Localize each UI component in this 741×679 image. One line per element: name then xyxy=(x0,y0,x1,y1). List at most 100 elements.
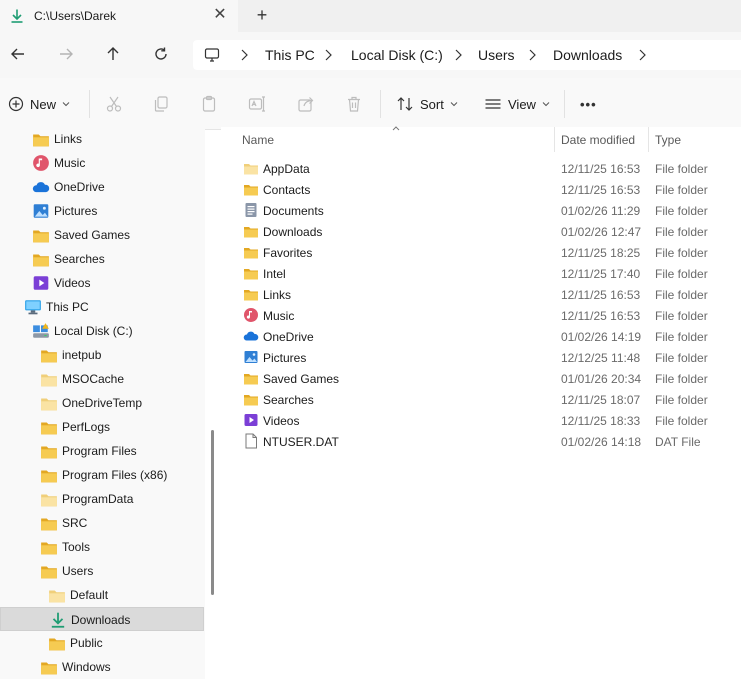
file-type: File folder xyxy=(655,288,708,302)
file-row[interactable]: Favorites 12/11/25 18:25 File folder xyxy=(221,242,741,263)
copy-button[interactable] xyxy=(152,94,170,114)
sort-button[interactable]: Sort xyxy=(396,94,458,114)
sidebar-item[interactable]: This PC xyxy=(0,295,204,319)
pictures-icon xyxy=(244,351,258,363)
sidebar-item-label: Videos xyxy=(54,276,91,290)
sidebar-item[interactable]: Windows xyxy=(0,655,204,679)
sidebar-item[interactable]: Links xyxy=(0,127,204,151)
sidebar-item[interactable]: OneDrive xyxy=(0,175,204,199)
file-row[interactable]: Pictures 12/12/25 11:48 File folder xyxy=(221,347,741,368)
sidebar-item[interactable]: SRC xyxy=(0,511,204,535)
file-row[interactable]: Videos 12/11/25 18:33 File folder xyxy=(221,410,741,431)
music-icon xyxy=(244,308,258,322)
arrow-right-icon xyxy=(60,48,73,60)
address-bar[interactable]: This PC Local Disk (C:) Users Downloads xyxy=(193,40,741,70)
delete-button[interactable] xyxy=(345,94,363,114)
column-header-date[interactable]: Date modified xyxy=(561,133,635,147)
file-type: File folder xyxy=(655,204,708,218)
sidebar-item[interactable]: OneDriveTemp xyxy=(0,391,204,415)
file-row[interactable]: Searches 12/11/25 18:07 File folder xyxy=(221,389,741,410)
file-row[interactable]: Contacts 12/11/25 16:53 File folder xyxy=(221,179,741,200)
sidebar-item-label: PerfLogs xyxy=(62,420,111,434)
column-header-name[interactable]: Name xyxy=(242,133,274,147)
file-row[interactable]: Saved Games 01/01/26 20:34 File folder xyxy=(221,368,741,389)
file-list: Name Date modified Type AppData 12/11/25 … xyxy=(221,126,741,679)
sidebar-item[interactable]: MSOCache xyxy=(0,367,204,391)
cut-button[interactable] xyxy=(105,94,123,114)
forward-button[interactable] xyxy=(56,44,76,64)
sidebar-scrollbar[interactable] xyxy=(211,430,214,595)
pictures-icon xyxy=(33,204,49,218)
sidebar-item[interactable]: Public xyxy=(0,631,204,655)
tab-title: C:\Users\Darek xyxy=(34,9,117,23)
view-button[interactable]: View xyxy=(484,94,550,114)
file-row[interactable]: AppData 12/11/25 16:53 File folder xyxy=(221,158,741,179)
new-tab-button[interactable]: + xyxy=(252,6,272,26)
file-type: File folder xyxy=(655,393,708,407)
sidebar-item[interactable]: Default xyxy=(0,583,204,607)
folder-icon xyxy=(244,395,258,406)
file-row[interactable]: Music 12/11/25 16:53 File folder xyxy=(221,305,741,326)
file-date-modified: 12/12/25 11:48 xyxy=(561,351,641,365)
sidebar-item[interactable]: Videos xyxy=(0,271,204,295)
command-bar: New Sort View ••• xyxy=(0,78,741,130)
sidebar-item[interactable]: Downloads xyxy=(0,607,204,631)
sidebar-item-label: Pictures xyxy=(54,204,98,218)
separator xyxy=(564,90,565,118)
file-row[interactable]: Downloads 01/02/26 12:47 File folder xyxy=(221,221,741,242)
file-row[interactable]: Links 12/11/25 16:53 File folder xyxy=(221,284,741,305)
chevron-down-icon xyxy=(62,102,70,107)
breadcrumb-this-pc[interactable]: This PC xyxy=(265,47,315,63)
chevron-right-icon xyxy=(529,49,536,61)
new-button[interactable]: New xyxy=(8,94,70,114)
breadcrumb-local-disk[interactable]: Local Disk (C:) xyxy=(351,47,443,63)
sidebar-item-label: This PC xyxy=(46,300,89,314)
file-name: Music xyxy=(263,309,295,323)
breadcrumb-downloads[interactable]: Downloads xyxy=(553,47,622,63)
column-header-type[interactable]: Type xyxy=(655,133,681,147)
file-name: Pictures xyxy=(263,351,307,365)
tab-current[interactable]: C:\Users\Darek ✕ xyxy=(0,0,238,32)
refresh-icon xyxy=(155,47,167,60)
column-divider[interactable] xyxy=(554,127,555,152)
file-row[interactable]: OneDrive 01/02/26 14:19 File folder xyxy=(221,326,741,347)
sidebar-item[interactable]: PerfLogs xyxy=(0,415,204,439)
more-options-button[interactable]: ••• xyxy=(580,94,597,114)
sidebar-item-label: Tools xyxy=(62,540,91,554)
sidebar-item[interactable]: inetpub xyxy=(0,343,204,367)
file-row[interactable]: Documents 01/02/26 11:29 File folder xyxy=(221,200,741,221)
back-button[interactable] xyxy=(8,44,28,64)
file-row[interactable]: NTUSER.DAT 01/02/26 14:18 DAT File xyxy=(221,431,741,452)
sidebar-item[interactable]: Users xyxy=(0,559,204,583)
sidebar-item[interactable]: Program Files xyxy=(0,439,204,463)
separator xyxy=(380,90,381,118)
folder-icon xyxy=(41,350,57,363)
close-tab-button[interactable]: ✕ xyxy=(211,6,229,24)
up-button[interactable] xyxy=(103,44,123,64)
clipboard-icon xyxy=(202,95,216,112)
file-type: File folder xyxy=(655,309,708,323)
sidebar-item[interactable]: Program Files (x86) xyxy=(0,463,204,487)
chevron-down-icon xyxy=(542,102,550,107)
sidebar-item-label: Program Files xyxy=(62,444,137,458)
sidebar-item[interactable]: Tools xyxy=(0,535,204,559)
share-button[interactable] xyxy=(297,94,315,114)
sidebar-item[interactable]: ProgramData xyxy=(0,487,204,511)
refresh-button[interactable] xyxy=(151,44,171,64)
sidebar-item[interactable]: Local Disk (C:) xyxy=(0,319,204,343)
column-divider[interactable] xyxy=(648,127,649,152)
file-type: File folder xyxy=(655,225,708,239)
share-icon xyxy=(298,97,314,112)
sidebar-item-label: Windows xyxy=(62,660,111,674)
sidebar-item[interactable]: Pictures xyxy=(0,199,204,223)
sidebar-item[interactable]: Searches xyxy=(0,247,204,271)
breadcrumb-users[interactable]: Users xyxy=(478,47,515,63)
sidebar-item[interactable]: Saved Games xyxy=(0,223,204,247)
paste-button[interactable] xyxy=(200,94,218,114)
sidebar-item-label: Music xyxy=(54,156,86,170)
onedrive-icon xyxy=(243,331,259,341)
sidebar-item[interactable]: Music xyxy=(0,151,204,175)
file-row[interactable]: Intel 12/11/25 17:40 File folder xyxy=(221,263,741,284)
scissors-icon xyxy=(106,96,122,112)
rename-button[interactable] xyxy=(248,94,266,114)
